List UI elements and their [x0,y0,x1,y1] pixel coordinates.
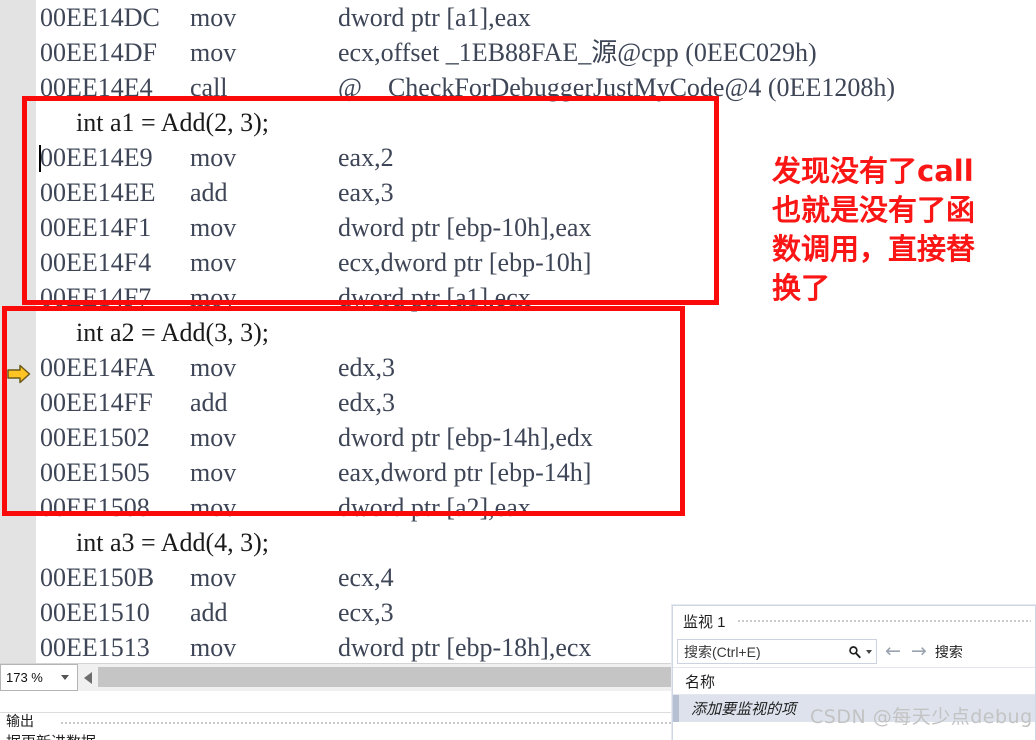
disassembly-line[interactable]: 00EE14FF add edx,3 [0,385,1036,420]
instruction-operands: @__CheckForDebuggerJustMyCode@4 (0EE1208… [338,73,895,102]
zoom-level-value: 173 % [6,670,43,685]
annotation-note: 发现没有了call 也就是没有了函 数调用，直接替 换了 [772,152,1022,308]
disassembly-line[interactable]: 00EE14DC mov dword ptr [a1],eax [0,0,1036,35]
instruction-operands: ecx,3 [338,598,394,627]
instruction-mnemonic: mov [190,423,237,452]
instruction-address: 00EE14E9 [40,143,153,172]
instruction-operands: edx,3 [338,353,396,382]
instruction-operands: dword ptr [a2],eax [338,493,531,522]
instruction-operands: ecx,offset _1EB88FAE_源@cpp (0EEC029h) [338,38,817,67]
output-status-text: 据更新进数据.... [6,731,113,740]
text-caret [39,145,41,172]
watch-window-titlebar[interactable]: 监视 1 [673,606,1035,636]
search-placeholder: 搜索(Ctrl+E) [684,643,761,660]
csdn-watermark: CSDN @每天少点debug [810,706,1033,728]
instruction-operands: dword ptr [ebp-18h],ecx [338,633,592,662]
instruction-operands: edx,3 [338,388,396,417]
instruction-operands: eax,2 [338,143,394,172]
disassembly-line[interactable]: 00EE1508 mov dword ptr [a2],eax [0,490,1036,525]
source-line-text: int a2 = Add(3, 3); [76,318,270,347]
instruction-mnemonic: add [190,388,228,417]
instruction-mnemonic: mov [190,213,237,242]
disassembly-view[interactable]: 00EE14DC mov dword ptr [a1],eax 00EE14DF mov… [0,0,1036,663]
disassembly-line[interactable]: 00EE14FA mov edx,3 [0,350,1036,385]
instruction-operands: dword ptr [a1],ecx [338,283,531,312]
disassembly-line[interactable]: 00EE14E4 call @__CheckForDebuggerJustMyCod… [0,70,1036,105]
source-line[interactable]: int a1 = Add(2, 3); [0,105,1036,140]
instruction-operands: ecx,dword ptr [ebp-10h] [338,248,592,277]
search-options-chevron-icon[interactable] [866,649,872,654]
visual-studio-debug-screenshot: 00EE14DC mov dword ptr [a1],eax 00EE14DF mov… [0,0,1036,740]
scroll-left-button[interactable] [78,664,98,691]
instruction-address: 00EE14F4 [40,248,152,277]
instruction-mnemonic: mov [190,458,237,487]
instruction-mnemonic: mov [190,353,237,382]
column-header-name: 名称 [685,673,716,691]
instruction-address: 00EE14F1 [40,213,152,242]
disassembly-line[interactable]: 00EE1505 mov eax,dword ptr [ebp-14h] [0,455,1036,490]
instruction-address: 00EE150B [40,563,155,592]
watch-column-header: 名称 [673,667,1035,695]
instruction-mnemonic: mov [190,143,237,172]
instruction-address: 00EE1505 [40,458,150,487]
search-next-icon[interactable]: → [909,642,929,661]
code-lines-container[interactable]: 00EE14DC mov dword ptr [a1],eax 00EE14DF mov… [0,0,1036,663]
instruction-operands: dword ptr [a1],eax [338,3,531,32]
instruction-mnemonic: mov [190,283,237,312]
annotation-note-line: 换了 [772,271,831,305]
annotation-note-line: 也就是没有了函 [772,193,976,227]
titlebar-grip-dots [737,619,1031,623]
instruction-operands: dword ptr [ebp-10h],eax [338,213,592,242]
instruction-operands: eax,dword ptr [ebp-14h] [338,458,592,487]
instruction-mnemonic: add [190,598,228,627]
search-prev-icon[interactable]: ← [883,642,903,661]
instruction-address: 00EE14DC [40,3,160,32]
instruction-mnemonic: call [190,73,228,102]
instruction-mnemonic: mov [190,248,237,277]
instruction-address: 00EE1513 [40,633,150,662]
instruction-operands: ecx,4 [338,563,394,592]
disassembly-line[interactable]: 00EE14DF mov ecx,offset _1EB88FAE_源@cpp (0… [0,35,1036,70]
annotation-note-line: 数调用，直接替 [772,232,976,266]
instruction-mnemonic: add [190,178,228,207]
annotation-note-line: 发现没有了call [772,154,974,188]
execution-pointer-arrow-icon [7,358,31,384]
instruction-mnemonic: mov [190,563,237,592]
instruction-mnemonic: mov [190,3,237,32]
instruction-address: 00EE14DF [40,38,157,67]
instruction-operands: dword ptr [ebp-14h],edx [338,423,593,452]
instruction-mnemonic: mov [190,38,237,67]
instruction-mnemonic: mov [190,493,237,522]
instruction-address: 00EE1510 [40,598,150,627]
disassembly-line[interactable]: 00EE150B mov ecx,4 [0,560,1036,595]
search-trailing-label: 搜索 [934,643,963,660]
arrow-left-icon [84,671,92,684]
instruction-address: 00EE1502 [40,423,150,452]
zoom-level-dropdown[interactable]: 173 % [0,664,78,691]
watch-toolbar[interactable]: 搜索(Ctrl+E) ← → 搜索 [673,636,1035,667]
instruction-address: 00EE1508 [40,493,150,522]
instruction-address: 00EE14FA [40,353,156,382]
source-line-text: int a1 = Add(2, 3); [76,108,270,137]
search-input[interactable]: 搜索(Ctrl+E) [677,639,877,664]
instruction-address: 00EE14EE [40,178,156,207]
source-line[interactable]: int a3 = Add(4, 3); [0,525,1036,560]
instruction-address: 00EE14F7 [40,283,152,312]
watch-window-title: 监视 1 [683,613,726,631]
chevron-down-icon [61,675,69,680]
source-line[interactable]: int a2 = Add(3, 3); [0,315,1036,350]
watch-add-item-placeholder: 添加要监视的项 [691,701,797,718]
instruction-operands: eax,3 [338,178,394,207]
source-line-text: int a3 = Add(4, 3); [76,528,270,557]
instruction-address: 00EE14FF [40,388,153,417]
search-icon[interactable] [848,645,862,659]
disassembly-line[interactable]: 00EE1502 mov dword ptr [ebp-14h],edx [0,420,1036,455]
instruction-mnemonic: mov [190,633,237,662]
instruction-address: 00EE14E4 [40,73,153,102]
